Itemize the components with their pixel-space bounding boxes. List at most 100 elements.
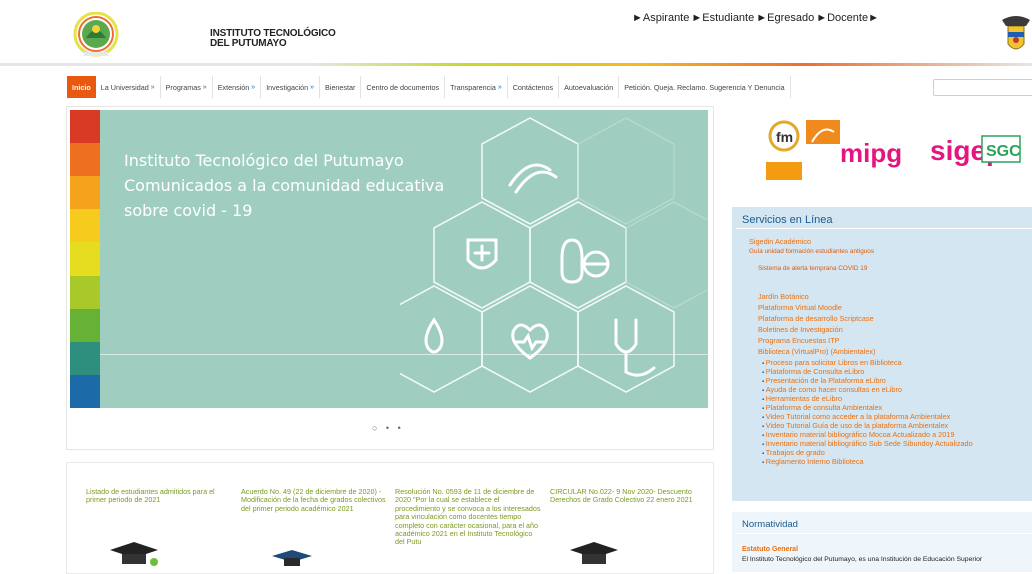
partner-logos[interactable]: fm mipg sigep SGC xyxy=(762,118,1022,180)
bullet-link[interactable]: Trabajos de grado xyxy=(762,448,825,457)
nav-label: Extensión xyxy=(217,82,250,92)
hexagon-shape xyxy=(577,117,675,225)
nav-label: Inicio xyxy=(72,82,91,92)
link-boletines[interactable]: Boletines de Investigación xyxy=(758,325,843,334)
color-band xyxy=(70,275,100,309)
color-band xyxy=(70,143,100,177)
bullet-link[interactable]: Presentación de la Plataforma eLibro xyxy=(762,376,886,385)
chevron-down-icon: » xyxy=(497,83,502,91)
servicios-divider xyxy=(736,228,1032,229)
bullet-link[interactable]: Herramientas de eLibro xyxy=(762,394,842,403)
normatividad-title: Normatividad xyxy=(742,519,798,530)
nav-inicio[interactable]: Inicio xyxy=(67,76,96,98)
colombia-shield-icon xyxy=(1002,16,1030,50)
slide-line-3: sobre covid - 19 xyxy=(124,201,253,220)
hexagon-shape xyxy=(481,117,579,225)
bullet-link[interactable]: Video Tutorial como acceder a la platafo… xyxy=(762,412,950,421)
color-band xyxy=(70,308,100,342)
nav-contactenos[interactable]: Contáctenos xyxy=(508,76,560,98)
slider-dots[interactable]: ○ • • xyxy=(372,423,404,433)
bullet-link[interactable]: Proceso para solicitar Libros en Bibliot… xyxy=(762,358,902,367)
link-scriptcase[interactable]: Plataforma de desarrollo Scriptcase xyxy=(758,314,874,323)
nav-label: Investigación xyxy=(266,82,309,92)
nav-la-universidad[interactable]: La Universidad» xyxy=(96,76,161,98)
news-item-1[interactable]: Listado de estudiantes admitidos para el… xyxy=(86,487,232,505)
institution-name-line2: DEL PUTUMAYO xyxy=(210,38,287,49)
quicklink-aspirante[interactable]: ►Aspirante xyxy=(632,12,689,24)
link-sigedin[interactable]: Sigedin Académico xyxy=(749,237,811,246)
chevron-down-icon: » xyxy=(202,83,207,91)
news-item-4[interactable]: CIRCULAR No.022- 9 Nov 2020- Descuento D… xyxy=(550,487,696,505)
itp-logo[interactable] xyxy=(72,12,120,58)
color-band xyxy=(70,110,100,144)
nav-autoevaluacion[interactable]: Autoevaluación xyxy=(559,76,620,98)
pill-icon xyxy=(560,238,610,284)
color-band xyxy=(70,209,100,243)
main-nav: Inicio La Universidad» Programas» Extens… xyxy=(67,76,791,98)
nav-label: Petición. Queja. Reclamo. Sugerencia Y D… xyxy=(624,82,785,92)
slide-line-2: Comunicados a la comunidad educativa xyxy=(124,176,445,195)
link-biblioteca[interactable]: Biblioteca (VirtualPro) (Ambientalex) xyxy=(758,347,875,356)
servicios-title: Servicios en Línea xyxy=(742,214,833,226)
quicklink-estudiante[interactable]: ►Estudiante xyxy=(691,12,754,24)
nav-investigacion[interactable]: Investigación» xyxy=(261,76,321,98)
nav-label: Contáctenos xyxy=(512,82,554,92)
link-moodle[interactable]: Plataforma Virtual Moodle xyxy=(758,303,842,312)
normatividad-divider xyxy=(736,533,1032,534)
nav-label: La Universidad xyxy=(100,82,149,92)
bullet-link[interactable]: Ayuda de como hacer consultas en eLibro xyxy=(762,385,902,394)
news-item-3[interactable]: Resolución No. 0593 de 11 de diciembre d… xyxy=(395,487,541,547)
bullet-link[interactable]: Plataforma de consulta Ambientalex xyxy=(762,403,882,412)
bullet-link[interactable]: Plataforma de Consulta eLibro xyxy=(762,367,865,376)
institution-name: INSTITUTO TECNOLÓGICO DEL PUTUMAYO xyxy=(210,29,336,49)
hero-slide[interactable]: Instituto Tecnológico del Putumayo Comun… xyxy=(70,110,708,408)
estatuto-description: El Instituto Tecnológico del Putumayo, e… xyxy=(742,556,983,563)
color-band xyxy=(70,176,100,210)
stethoscope-icon xyxy=(614,318,656,377)
header-stripe xyxy=(0,63,1032,66)
news-item-2[interactable]: Acuerdo No. 49 (22 de diciembre de 2020)… xyxy=(241,487,387,513)
health-hexagon-art xyxy=(400,117,708,393)
nav-label: Programas xyxy=(165,82,201,92)
nav-pqrsd[interactable]: Petición. Queja. Reclamo. Sugerencia Y D… xyxy=(619,76,791,98)
bullet-link[interactable]: Video Tutorial Guía de uso de la platafo… xyxy=(762,421,948,430)
quicklink-docente[interactable]: ►Docente► xyxy=(816,12,879,24)
hexagon-shape xyxy=(577,285,675,393)
nav-bienestar[interactable]: Bienestar xyxy=(320,76,362,98)
slide-divider xyxy=(100,354,708,355)
nav-extension[interactable]: Extensión» xyxy=(213,76,262,98)
drop-icon xyxy=(424,317,444,354)
fm-logo-text: fm xyxy=(776,129,793,145)
nav-label: Centro de documentos xyxy=(366,82,440,92)
quicklink-egresado[interactable]: ►Egresado xyxy=(756,12,814,24)
sgc-logo-text: SGC xyxy=(986,143,1021,160)
bullet-link[interactable]: Inventario material bibliográfico Mocoa … xyxy=(762,430,955,439)
bullet-link[interactable]: Reglamento Interno Biblioteca xyxy=(762,457,864,466)
chevron-down-icon: » xyxy=(251,83,256,91)
search-input[interactable] xyxy=(933,79,1032,96)
link-estatuto-general[interactable]: Estatuto General xyxy=(742,546,798,553)
color-band xyxy=(70,341,100,375)
bullet-link[interactable]: Inventario material bibliográfico Sub Se… xyxy=(762,439,973,448)
hexagon-shape xyxy=(529,201,627,309)
link-jardin-botanico[interactable]: Jardín Botánico xyxy=(758,292,809,301)
nav-centro-documentos[interactable]: Centro de documentos xyxy=(361,76,446,98)
link-alerta-covid[interactable]: Sistema de alerta temprana COVID 19 xyxy=(758,265,867,272)
dna-icon xyxy=(508,163,558,194)
nav-label: Bienestar xyxy=(325,82,356,92)
chevron-down-icon: » xyxy=(150,83,155,91)
color-band xyxy=(70,242,100,276)
color-bar xyxy=(70,110,100,408)
nav-label: Autoevaluación xyxy=(564,82,614,92)
color-band xyxy=(70,374,100,408)
quicklinks: ►Aspirante ►Estudiante ►Egresado ►Docente► xyxy=(632,12,881,24)
link-encuestas[interactable]: Programa Encuestas ITP xyxy=(758,336,840,345)
site-header xyxy=(0,0,1032,66)
link-guia-unidad[interactable]: Guía unidad formación estudiantes antigu… xyxy=(749,248,874,255)
nav-programas[interactable]: Programas» xyxy=(161,76,213,98)
slide-caption: Instituto Tecnológico del Putumayo Comun… xyxy=(124,148,444,223)
slide-line-1: Instituto Tecnológico del Putumayo xyxy=(124,151,404,170)
nav-label: Transparencia xyxy=(450,82,496,92)
mipg-logo-text: mipg xyxy=(840,138,902,168)
nav-transparencia[interactable]: Transparencia» xyxy=(445,76,508,98)
